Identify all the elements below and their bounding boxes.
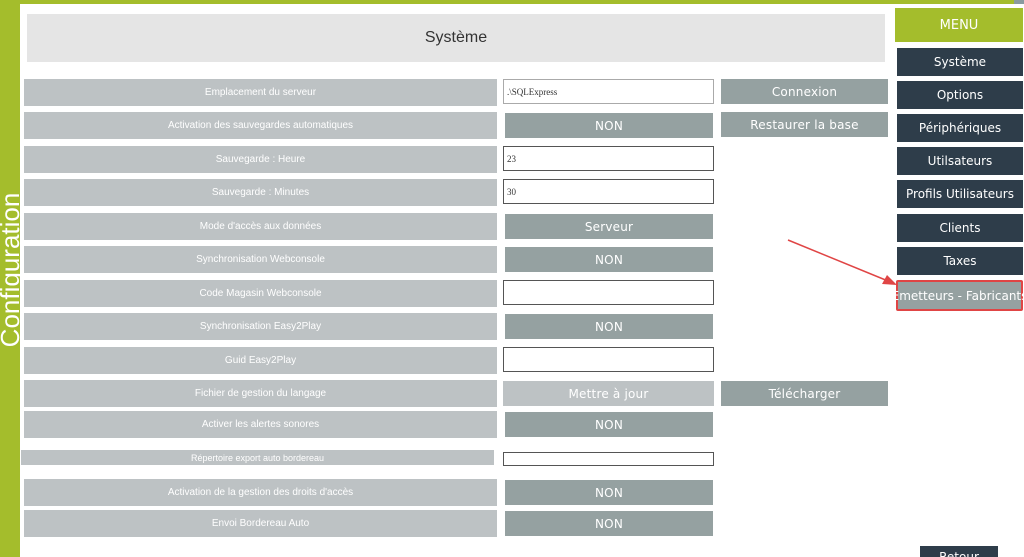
back-button[interactable]: Retour: [920, 546, 998, 557]
menu-item-peripheriques[interactable]: Périphériques: [897, 114, 1023, 142]
access-rights-toggle[interactable]: NON: [505, 480, 713, 505]
data-access-mode-button[interactable]: Serveur: [505, 214, 713, 239]
row-label-data-access-mode: Mode d'accès aux données: [24, 213, 497, 240]
row-label-auto-backup: Activation des sauvegardes automatiques: [24, 112, 497, 139]
easy2play-sync-toggle[interactable]: NON: [505, 314, 713, 339]
menu-item-clients[interactable]: Clients: [897, 214, 1023, 242]
update-language-button[interactable]: Mettre à jour: [503, 381, 714, 406]
page-title: Système: [27, 14, 885, 62]
menu-header: MENU: [895, 8, 1023, 42]
connect-button[interactable]: Connexion: [721, 79, 888, 104]
menu-item-taxes[interactable]: Taxes: [897, 247, 1023, 275]
server-location-field[interactable]: .\SQLExpress: [503, 79, 714, 104]
export-directory-field[interactable]: [503, 452, 714, 466]
auto-slip-toggle[interactable]: NON: [505, 511, 713, 536]
row-label-easy2play-guid: Guid Easy2Play: [24, 347, 497, 374]
sidebar-title: Configuration: [0, 192, 25, 348]
download-language-button[interactable]: Télécharger: [721, 381, 888, 406]
row-label-export-directory: Répertoire export auto bordereau: [21, 450, 494, 465]
menu-item-options[interactable]: Options: [897, 81, 1023, 109]
row-label-language-file: Fichier de gestion du langage: [24, 380, 497, 407]
backup-minutes-field[interactable]: 30: [503, 179, 714, 204]
row-label-sound-alerts: Activer les alertes sonores: [24, 411, 497, 438]
row-label-backup-minutes: Sauvegarde : Minutes: [24, 179, 497, 206]
menu-item-systeme[interactable]: Système: [897, 48, 1023, 76]
webconsole-store-code-field[interactable]: [503, 280, 714, 305]
row-label-backup-hour: Sauvegarde : Heure: [24, 146, 497, 173]
row-label-easy2play-sync: Synchronisation Easy2Play: [24, 313, 497, 340]
row-label-webconsole-sync: Synchronisation Webconsole: [24, 246, 497, 273]
webconsole-sync-toggle[interactable]: NON: [505, 247, 713, 272]
easy2play-guid-field[interactable]: [503, 347, 714, 372]
sound-alerts-toggle[interactable]: NON: [505, 412, 713, 437]
top-accent-strip: [0, 0, 1024, 4]
sidebar: Configuration: [0, 0, 25, 557]
restore-database-button[interactable]: Restaurer la base: [721, 112, 888, 137]
row-label-access-rights: Activation de la gestion des droits d'ac…: [24, 479, 497, 506]
backup-hour-field[interactable]: 23: [503, 146, 714, 171]
row-label-webconsole-store-code: Code Magasin Webconsole: [24, 280, 497, 307]
row-label-auto-slip: Envoi Bordereau Auto: [24, 510, 497, 537]
auto-backup-toggle[interactable]: NON: [505, 113, 713, 138]
close-icon[interactable]: [1014, 0, 1024, 4]
row-label-server-location: Emplacement du serveur: [24, 79, 497, 106]
menu-item-profils-utilisateurs[interactable]: Profils Utilisateurs: [897, 180, 1023, 208]
menu-item-utilisateurs[interactable]: Utilsateurs: [897, 147, 1023, 175]
menu-item-emetteurs-fabricants[interactable]: Emetteurs - Fabricants: [892, 280, 1024, 311]
